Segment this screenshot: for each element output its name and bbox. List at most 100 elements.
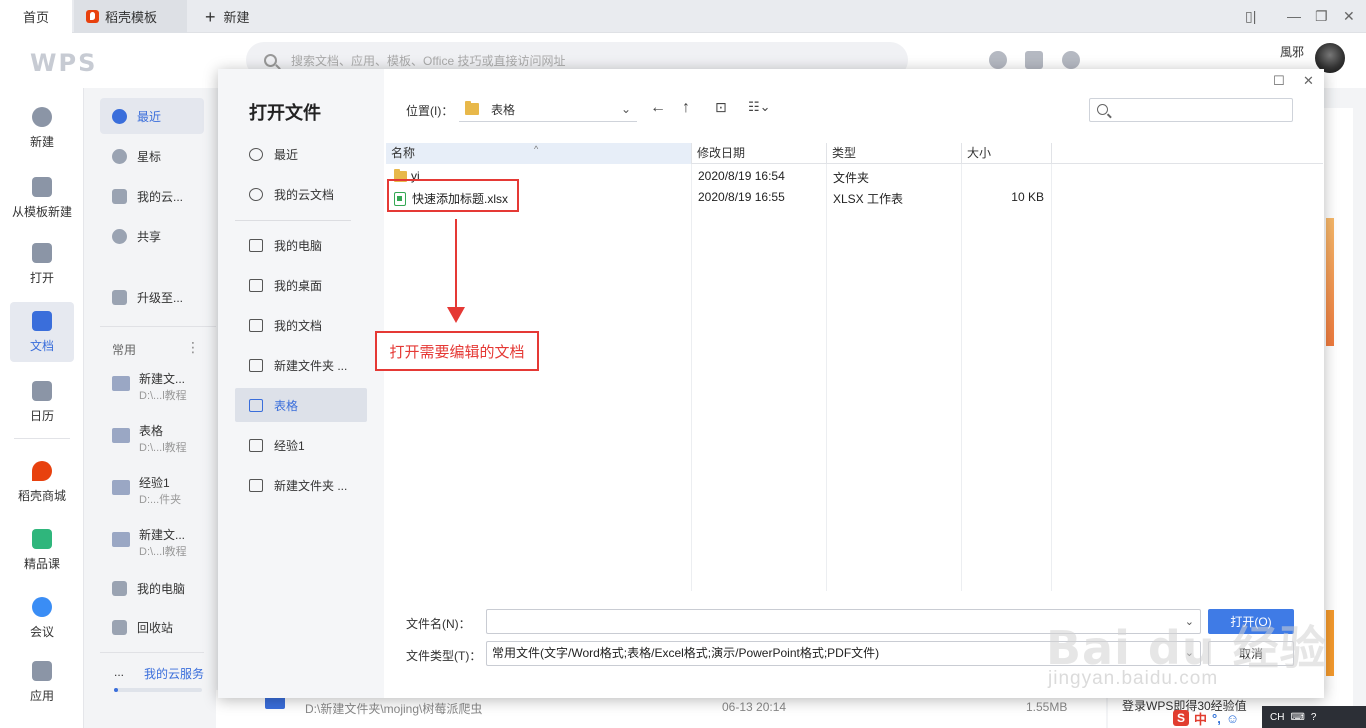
rail-meeting[interactable]: 会议 [0,588,84,648]
users-icon [112,228,127,244]
cloud-service-more[interactable]: ... [114,665,124,679]
filename-label: 文件名(N)： [406,617,471,631]
rail-calendar[interactable]: 日历 [0,372,84,432]
place-new-folder-2[interactable]: 新建文件夹 ... [235,468,367,502]
place-recent[interactable]: 最近 [235,137,367,171]
annotation-arrow-head [447,307,465,323]
nav-starred[interactable]: 星标 [100,138,204,174]
headset-icon[interactable] [989,51,1007,69]
tab-new[interactable]: + 新建 [205,0,250,33]
keyboard-icon[interactable]: ⌨ [1290,712,1304,723]
nav-cloud[interactable]: 我的云... [100,178,204,214]
docer-icon [32,460,52,481]
folder-icon [112,532,130,547]
rail-from-template[interactable]: 从模板新建 [0,168,84,228]
minimize-icon[interactable]: — [1287,8,1301,24]
place-desktop[interactable]: 我的桌面 [235,268,367,302]
nav-recent[interactable]: 最近 [100,98,204,134]
new-folder-icon[interactable]: ⊡ [715,99,727,116]
nav-recycle-label: 回收站 [137,620,174,635]
nav-recycle-bin[interactable]: 回收站 [100,609,204,645]
rail-documents-label: 文档 [29,338,54,353]
rail-new[interactable]: 新建 [0,98,84,158]
folder-outline-icon [249,358,263,372]
recent-item[interactable]: 新建文... D:\...l教程 [112,526,216,566]
place-new-folder-1[interactable]: 新建文件夹 ... [235,348,367,382]
nav-shared[interactable]: 共享 [100,218,204,254]
view-mode-icon[interactable]: ☷⌄ [748,99,771,115]
place-my-computer[interactable]: 我的电脑 [235,228,367,262]
recent-item[interactable]: 表格 D:\...l教程 [112,422,216,462]
graduation-cap-icon [32,528,52,549]
up-arrow-icon[interactable]: ↑ [682,99,690,117]
rail-documents[interactable]: 文档 [10,302,74,362]
place-tables[interactable]: 表格 [235,388,367,422]
tab-docer[interactable]: 稻壳模板 [74,0,187,33]
restore-icon[interactable]: ❐ [1315,8,1328,25]
cloud-service-link[interactable]: 我的云服务 [144,665,204,682]
folder-icon [112,480,130,495]
docer-logo-icon [86,10,99,23]
dialog-search-input[interactable] [1089,98,1293,122]
help-icon[interactable]: ? [1311,712,1317,723]
column-type-label: 类型 [832,146,857,160]
file-size: 10 KB [1011,190,1044,204]
column-type[interactable]: 类型 [827,143,962,164]
rail-courses[interactable]: 精品课 [0,520,84,580]
bg-file-path: D:\新建文件夹\mojing\树莓派爬虫 [305,702,483,716]
filetype-label: 文件类型(T)： [406,649,482,663]
column-modified[interactable]: 修改日期 [692,143,827,164]
sogou-ime-icon: S [1173,710,1189,726]
file-row[interactable]: 快速添加标题.xlsx 2020/8/19 16:55 XLSX 工作表 10 … [386,186,1286,208]
nav-upgrade-label: 升级至... [137,290,184,305]
annotation-highlight-box [387,179,519,212]
nav-starred-label: 星标 [137,149,162,164]
recent-item[interactable]: 经验1 D:...件夹 [112,474,216,514]
banner-ad [1326,218,1334,346]
tab-home-label: 首页 [22,10,49,25]
recent-item[interactable]: 新建文... D:\...l教程 [112,370,216,410]
folder-icon [465,101,479,115]
desktop-icon [249,278,263,292]
dialog-maximize-icon[interactable]: ☐ [1273,73,1285,89]
place-my-documents[interactable]: 我的文档 [235,308,367,342]
tab-bar: 首页 稻壳模板 + 新建 ▯| — ❐ ✕ [0,0,1366,33]
rail-open[interactable]: 打开 [0,234,84,294]
tablet-mode-icon[interactable]: ▯| [1245,8,1256,25]
file-type: XLSX 工作表 [833,192,904,206]
file-row[interactable]: yi 2020/8/19 16:54 文件夹 [386,165,1286,187]
skin-icon[interactable] [1025,51,1043,69]
template-icon [32,176,52,197]
place-label: 我的云文档 [274,187,335,202]
column-size[interactable]: 大小 [962,143,1052,164]
input-language[interactable]: CH [1270,712,1284,723]
back-arrow-icon[interactable]: ← [650,99,666,117]
column-name[interactable]: 名称 ^ [386,143,692,164]
ime-toolbar[interactable]: S 中 °, ☺ [1173,708,1263,728]
file-type: 文件夹 [833,171,870,185]
column-divider [826,164,827,591]
plus-icon: + [205,6,216,27]
nav-upgrade[interactable]: 升级至... [100,279,204,315]
dialog-title: 打开文件 [249,103,321,123]
rail-docer-mall[interactable]: 稻壳商城 [0,452,84,512]
location-dropdown[interactable]: 表格 ⌄ [459,97,637,122]
monitor-icon [249,238,263,252]
username[interactable]: 風邪 [1280,43,1304,60]
place-experience1[interactable]: 经验1 [235,428,367,462]
rail-docer-mall-label: 稻壳商城 [17,488,66,503]
dialog-close-icon[interactable]: ✕ [1303,73,1314,89]
place-cloud-docs[interactable]: 我的云文档 [235,177,367,211]
place-label: 新建文件夹 ... [274,358,348,373]
tab-home[interactable]: 首页 [0,0,72,33]
open-file-dialog: 打开文件 最近 我的云文档 我的电脑 我的桌面 我的文档 新建文件夹 ... 表… [218,69,1324,698]
gear-icon[interactable] [1062,51,1080,69]
column-divider [691,164,692,591]
nav-shared-label: 共享 [137,229,162,244]
close-window-icon[interactable]: ✕ [1343,8,1355,25]
place-label: 我的文档 [274,318,323,333]
rail-apps[interactable]: 应用 [0,652,84,712]
nav-my-computer[interactable]: 我的电脑 [100,570,204,606]
rail-open-label: 打开 [29,270,54,285]
nav-section-more-icon[interactable]: ⋮ [186,339,200,356]
